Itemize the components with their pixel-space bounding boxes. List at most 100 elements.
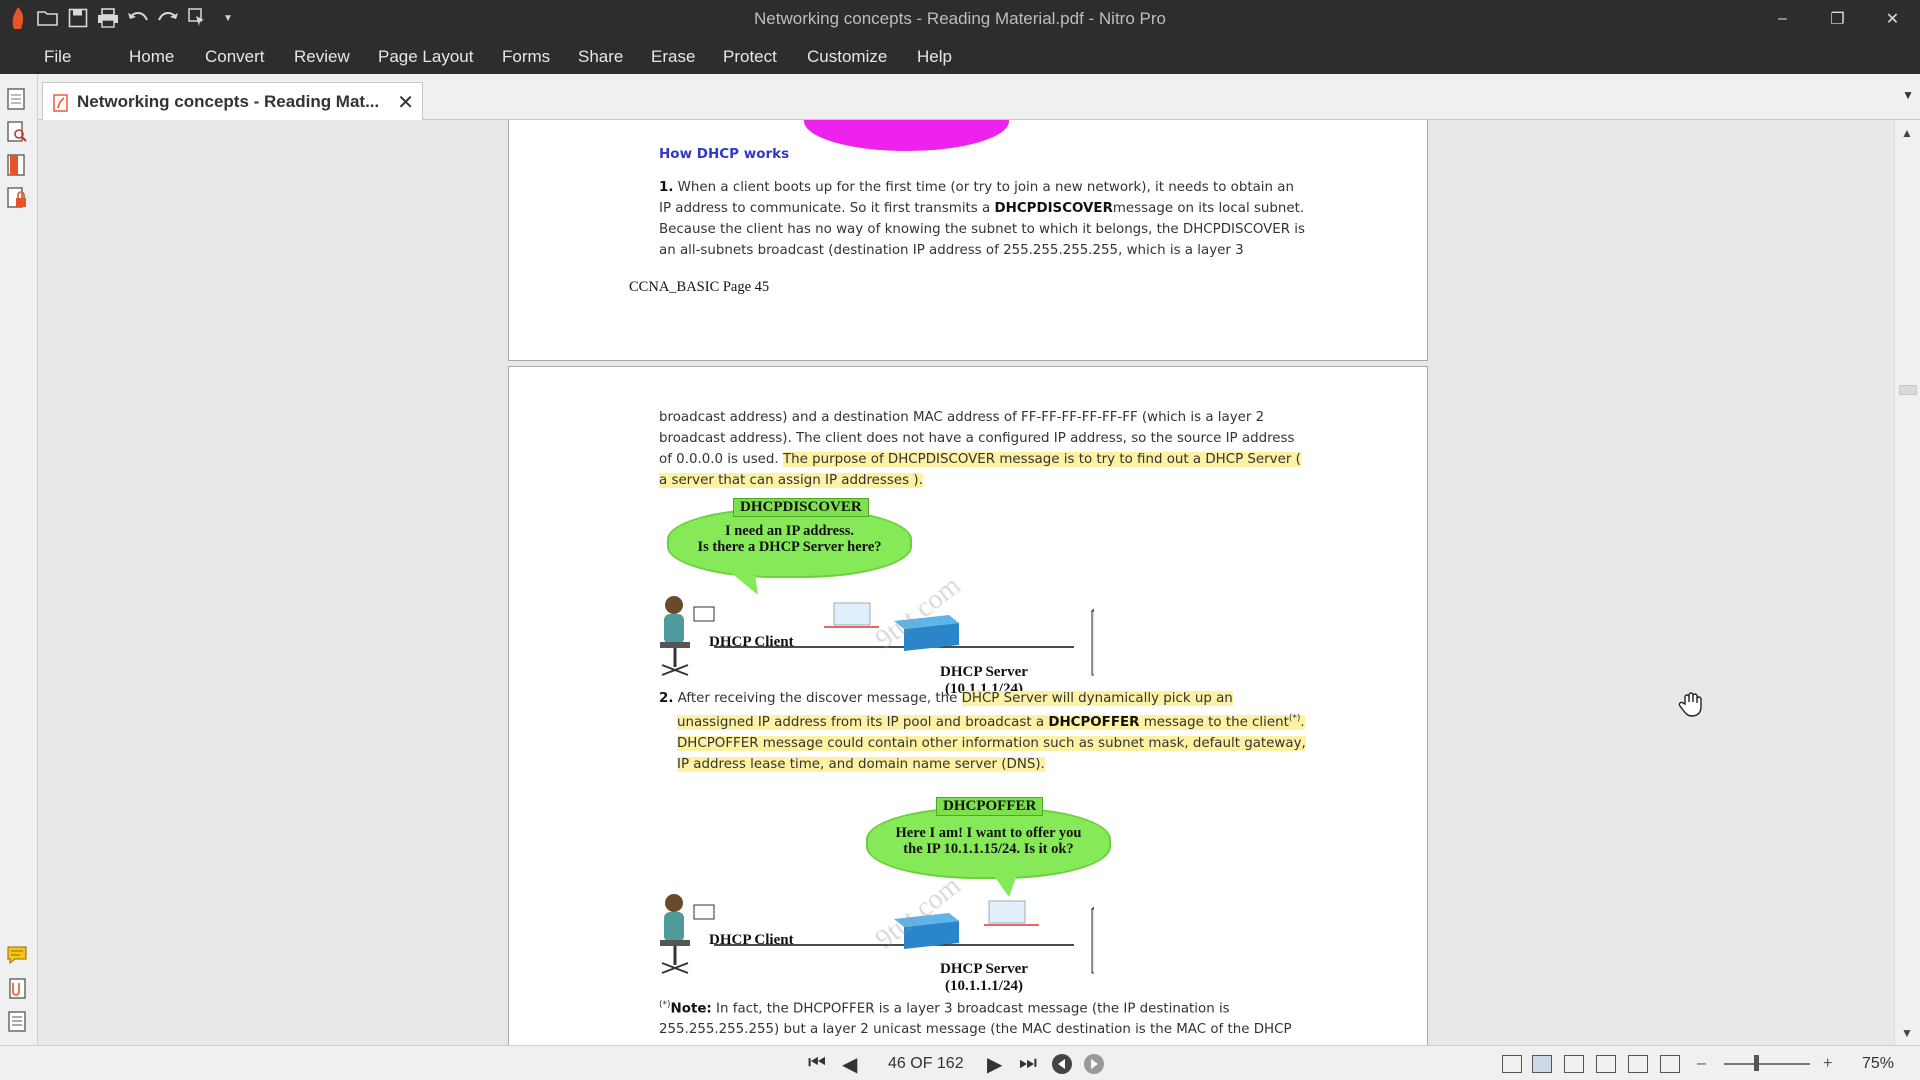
note-label: Note: (670, 1001, 712, 1017)
facing-view-icon[interactable] (1564, 1055, 1584, 1073)
menu-protect[interactable]: Protect (723, 47, 777, 67)
paragraph-1: 1. When a client boots up for the first … (659, 177, 1305, 261)
dhcp-client-label: DHCP Client (709, 932, 794, 948)
vertical-scrollbar[interactable]: ▲ ▼ (1894, 120, 1920, 1045)
zoom-level[interactable]: 75% (1862, 1055, 1894, 1073)
document-tab-strip: Networking concepts - Reading Mat... ✕ ▼ (38, 74, 1920, 121)
pdf-file-icon (53, 94, 68, 112)
highlighted-text: a server that can assign IP addresses ). (659, 473, 923, 488)
scrollbar-thumb[interactable] (1899, 385, 1917, 395)
output-panel-icon[interactable] (6, 1010, 30, 1034)
highlighted-text: DHCP Server will dynamically pick up an (961, 691, 1233, 706)
menu-help[interactable]: Help (917, 47, 952, 67)
menu-convert[interactable]: Convert (205, 47, 265, 67)
cloud-graphic (804, 120, 1009, 151)
server-name: DHCP Server (940, 961, 1028, 977)
close-window-button[interactable]: ✕ (1865, 0, 1920, 37)
dhcp-client-label: DHCP Client (709, 634, 794, 650)
menu-home[interactable]: Home (129, 47, 174, 67)
text-line: message on its local subnet. (1112, 201, 1305, 216)
previous-view-icon[interactable] (1051, 1053, 1073, 1075)
note-paragraph: (*)Note: In fact, the DHCPOFFER is a lay… (659, 995, 1292, 1040)
next-view-icon[interactable] (1083, 1053, 1105, 1075)
title-bar: ▼ Networking concepts - Reading Material… (0, 0, 1920, 37)
server-ip: (10.1.1.1/24) (945, 978, 1023, 994)
zoom-slider-thumb[interactable] (1754, 1055, 1759, 1071)
previous-page-icon[interactable]: ◀ (842, 1052, 857, 1077)
text-line: Because the client has no way of knowing… (659, 222, 1306, 237)
text-line: IP address to communicate. So it first t… (659, 201, 995, 216)
menu-erase[interactable]: Erase (651, 47, 695, 67)
menu-file[interactable]: File (44, 47, 71, 67)
text-line: When a client boots up for the first tim… (677, 180, 1294, 195)
highlighted-text: . (1300, 715, 1305, 731)
paragraph-2: 2. After receiving the discover message,… (659, 688, 1306, 775)
server-name: DHCP Server (940, 664, 1028, 680)
text-line: broadcast address). The client does not … (659, 431, 1295, 446)
next-page-icon[interactable]: ▶ (987, 1052, 1002, 1077)
text-line: In fact, the DHCPOFFER is a layer 3 broa… (711, 1001, 1230, 1017)
page-footer: CCNA_BASIC Page 45 (629, 279, 770, 295)
minimize-button[interactable]: – (1755, 0, 1810, 37)
attachments-panel-icon[interactable] (6, 977, 30, 1001)
document-tab[interactable]: Networking concepts - Reading Mat... ✕ (42, 82, 423, 121)
fit-page-icon[interactable] (1660, 1055, 1680, 1073)
menu-forms[interactable]: Forms (502, 47, 550, 67)
zoom-slider-track[interactable] (1724, 1063, 1810, 1065)
first-page-icon[interactable]: ⏮ (808, 1052, 826, 1075)
bubble-line: Here I am! I want to offer you (895, 825, 1082, 841)
bold-term: DHCPDISCOVER (994, 201, 1113, 216)
menu-review[interactable]: Review (294, 47, 350, 67)
restore-button[interactable]: ❐ (1810, 0, 1865, 37)
menu-share[interactable]: Share (578, 47, 623, 67)
text-line: After receiving the discover message, th… (677, 691, 962, 706)
ribbon-menu: File Home Convert Review Page Layout For… (0, 37, 1920, 74)
para-number: 2. (659, 691, 674, 706)
fit-width-icon[interactable] (1628, 1055, 1648, 1073)
bubble-line: I need an IP address. (724, 523, 855, 539)
footnote-marker: (*) (659, 1000, 671, 1010)
pages-panel-icon[interactable] (6, 88, 30, 112)
tab-close-button[interactable]: ✕ (397, 90, 414, 115)
document-viewer[interactable]: How DHCP works 1. When a client boots up… (38, 120, 1894, 1045)
bold-term: DHCPOFFER (1048, 715, 1140, 731)
tab-list-dropdown-icon[interactable]: ▼ (1902, 88, 1914, 102)
facing-continuous-view-icon[interactable] (1596, 1055, 1616, 1073)
dhcpoffer-tag: DHCPOFFER (936, 797, 1044, 816)
dhcpdiscover-tag: DHCPDISCOVER (733, 498, 869, 517)
bubble-line: the IP 10.1.1.15/24. Is it ok? (903, 841, 1074, 857)
menu-customize[interactable]: Customize (807, 47, 887, 67)
hand-tool-cursor-icon (1678, 692, 1702, 717)
pdf-page-46: broadcast address) and a destination MAC… (508, 366, 1428, 1045)
paragraph-broadcast: broadcast address) and a destination MAC… (659, 407, 1301, 491)
tab-title: Networking concepts - Reading Mat... (77, 92, 380, 111)
last-page-icon[interactable]: ⏭ (1019, 1052, 1037, 1075)
single-page-view-icon[interactable] (1502, 1055, 1522, 1073)
comments-panel-icon[interactable] (6, 944, 30, 968)
text-line: of 0.0.0.0 is used. (659, 452, 783, 467)
scroll-up-icon[interactable]: ▲ (1901, 126, 1913, 140)
security-panel-icon[interactable] (6, 187, 30, 211)
bookmarks-panel-icon[interactable] (6, 154, 30, 178)
dhcp-server-label: DHCP Server (10.1.1.1/24) (924, 961, 1044, 995)
scroll-down-icon[interactable]: ▼ (1901, 1026, 1913, 1040)
zoom-in-button[interactable]: + (1823, 1055, 1832, 1073)
continuous-view-icon[interactable] (1532, 1055, 1552, 1073)
section-heading: How DHCP works (659, 146, 790, 162)
footnote-marker: (*) (1288, 714, 1301, 724)
menu-page-layout[interactable]: Page Layout (378, 47, 473, 67)
page-indicator[interactable]: 46 OF 162 (888, 1055, 964, 1073)
text-line: broadcast address) and a destination MAC… (659, 410, 1265, 425)
highlighted-text: unassigned IP address from its IP pool a… (677, 715, 1049, 731)
search-panel-icon[interactable] (6, 121, 30, 145)
para-number: 1. (659, 180, 674, 195)
highlighted-text: DHCPOFFER message could contain other in… (677, 736, 1306, 752)
window-title: Networking concepts - Reading Material.p… (754, 9, 1166, 28)
text-line: 255.255.255.255) but a layer 2 unicast m… (659, 1022, 1292, 1038)
highlighted-text: The purpose of DHCPDISCOVER message is t… (782, 452, 1301, 467)
highlighted-text: IP address lease time, and domain name s… (677, 757, 1045, 773)
highlighted-text: message to the client (1139, 715, 1289, 731)
zoom-out-button[interactable]: – (1697, 1055, 1706, 1073)
status-bar: ⏮ ◀ 46 OF 162 ▶ ⏭ – + 75% (0, 1045, 1920, 1080)
bubble-text: I need an IP address. Is there a DHCP Se… (667, 523, 912, 555)
